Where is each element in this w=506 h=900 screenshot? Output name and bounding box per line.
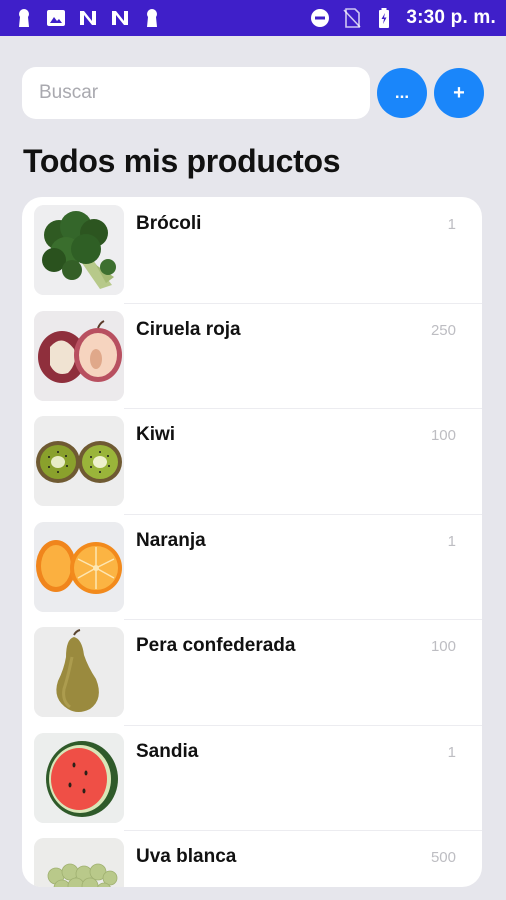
list-item[interactable]: Pera confederada 100 bbox=[22, 619, 482, 725]
watermelon-image bbox=[34, 732, 124, 823]
list-item[interactable]: Sandia 1 bbox=[22, 724, 482, 831]
status-time: 3:30 p. m. bbox=[406, 7, 496, 28]
keyhole-icon bbox=[14, 8, 34, 28]
search-row: ... + bbox=[22, 67, 486, 119]
list-item[interactable]: Naranja 1 bbox=[22, 513, 482, 620]
product-name: Kiwi bbox=[136, 424, 176, 445]
broccoli-image bbox=[34, 205, 124, 295]
product-quantity: 250 bbox=[430, 321, 456, 339]
product-quantity: 1 bbox=[447, 216, 456, 233]
orange-image bbox=[34, 521, 124, 612]
status-left-icons bbox=[14, 8, 162, 28]
kiwi-image bbox=[34, 416, 124, 506]
pear-image bbox=[34, 627, 124, 717]
product-name: Pera confederada bbox=[136, 635, 296, 656]
plum-image bbox=[34, 310, 124, 401]
product-name: Ciruela roja bbox=[136, 318, 241, 340]
search-input[interactable] bbox=[22, 67, 370, 119]
product-quantity: 1 bbox=[447, 532, 456, 550]
grapes-image bbox=[34, 838, 124, 887]
product-name: Brócoli bbox=[136, 213, 202, 234]
keyhole-icon bbox=[142, 8, 162, 28]
status-bar: 3:30 p. m. bbox=[0, 0, 506, 36]
battery-charging-icon bbox=[374, 8, 394, 28]
add-product-button[interactable]: + bbox=[434, 68, 484, 118]
product-quantity: 500 bbox=[430, 849, 456, 866]
no-sim-icon bbox=[342, 8, 362, 28]
more-options-button[interactable]: ... bbox=[377, 68, 427, 118]
image-icon bbox=[46, 8, 66, 28]
n-icon bbox=[110, 8, 130, 28]
do-not-disturb-icon bbox=[310, 8, 330, 28]
product-name: Uva blanca bbox=[136, 846, 237, 867]
status-right-icons: 3:30 p. m. bbox=[310, 7, 496, 29]
list-item[interactable]: Brócoli 1 bbox=[22, 197, 482, 303]
product-quantity: 1 bbox=[447, 743, 456, 761]
product-name: Naranja bbox=[136, 529, 206, 551]
page-title: Todos mis productos bbox=[23, 143, 341, 179]
list-item[interactable]: Ciruela roja 250 bbox=[22, 302, 482, 409]
list-item[interactable]: Kiwi 100 bbox=[22, 408, 482, 514]
product-quantity: 100 bbox=[430, 638, 456, 655]
n-icon bbox=[78, 8, 98, 28]
list-item[interactable]: Uva blanca 500 bbox=[22, 830, 482, 887]
product-list: Brócoli 1 Ciruela roja 250 Kiwi 100 Nara… bbox=[22, 197, 482, 887]
product-name: Sandia bbox=[136, 740, 199, 762]
product-quantity: 100 bbox=[430, 427, 456, 444]
